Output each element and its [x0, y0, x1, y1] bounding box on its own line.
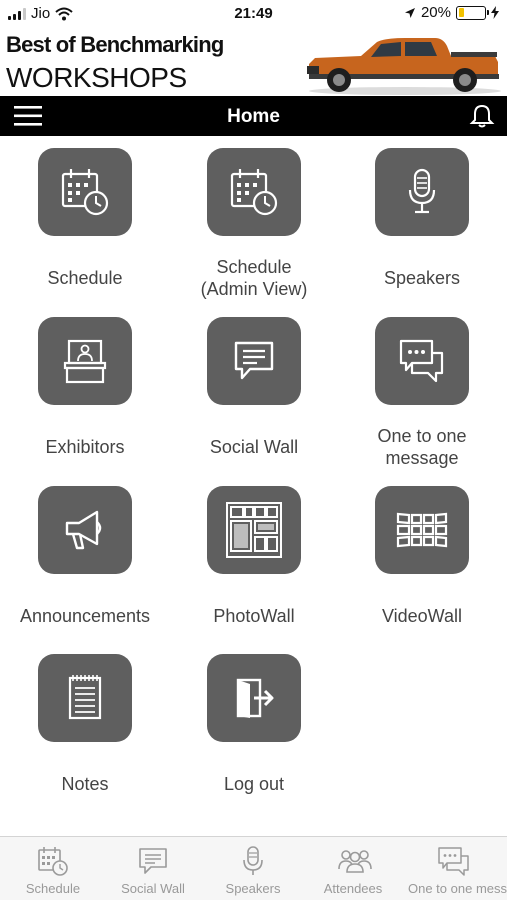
chat-bubble-icon	[139, 848, 167, 874]
tile-label: Notes	[61, 774, 109, 794]
tile-icon-box[interactable]	[207, 486, 301, 574]
tab-label: One to one message	[408, 881, 507, 896]
tile-icon-box[interactable]	[375, 486, 469, 574]
message-bubbles-icon	[438, 847, 469, 876]
status-right: 20%	[404, 4, 499, 21]
tile-videowall[interactable]: VideoWall	[342, 486, 502, 636]
notepad-icon	[68, 675, 102, 720]
tile-icon-box[interactable]	[207, 654, 301, 742]
status-bar: Jio 21:49 20%	[0, 0, 507, 28]
tile-one-to-one-message[interactable]: One to one message	[342, 317, 502, 468]
tile-log-out[interactable]: Log out	[174, 654, 334, 804]
brand-header: Best of Benchmarking WORKSHOPS	[0, 28, 507, 96]
tab-label: Speakers	[225, 881, 281, 896]
tile-social-wall[interactable]: Social Wall	[174, 317, 334, 467]
tile-icon-box[interactable]	[207, 317, 301, 405]
tab-one-to-one-message[interactable]: One to one message	[403, 837, 507, 900]
tile-icon-box[interactable]	[38, 317, 132, 405]
tab-label: Social Wall	[121, 881, 185, 896]
tile-icon-box[interactable]	[375, 148, 469, 236]
top-nav-bar: Home	[0, 96, 507, 136]
tile-label: VideoWall	[381, 606, 463, 626]
brand-title: Best of Benchmarking	[6, 32, 224, 57]
microphone-icon	[408, 168, 436, 214]
people-icon	[338, 850, 372, 873]
tile-label: Speakers	[383, 268, 461, 288]
calendar-clock-icon	[38, 847, 68, 876]
battery-icon	[456, 5, 489, 20]
tile-label: PhotoWall	[213, 606, 295, 626]
pickup-truck-image	[307, 38, 501, 95]
notification-bell-icon[interactable]	[469, 103, 495, 129]
tile-schedule[interactable]: Schedule	[5, 148, 165, 298]
tile-label: Social Wall	[209, 437, 299, 457]
megaphone-icon	[65, 510, 102, 550]
chat-bubble-icon	[234, 341, 274, 380]
tile-label: One to one message	[377, 426, 467, 468]
tile-icon-box[interactable]	[38, 148, 132, 236]
tab-schedule[interactable]: Schedule	[3, 837, 103, 900]
tile-label: Exhibitors	[45, 437, 125, 457]
tile-speakers[interactable]: Speakers	[342, 148, 502, 298]
video-wall-icon	[396, 512, 448, 548]
tile-icon-box[interactable]	[38, 486, 132, 574]
calendar-clock-icon	[230, 169, 278, 216]
tile-label: Log out	[223, 774, 285, 794]
tab-attendees[interactable]: Attendees	[303, 837, 403, 900]
tile-label: Schedule	[47, 268, 123, 288]
tab-social-wall[interactable]: Social Wall	[103, 837, 203, 900]
calendar-clock-icon	[61, 169, 109, 216]
brand-subtitle: WORKSHOPS	[6, 62, 187, 93]
tile-label: Schedule (Admin View)	[200, 257, 308, 299]
battery-percent: 20%	[420, 4, 451, 21]
tile-icon-box[interactable]	[207, 148, 301, 236]
tab-label: Schedule	[25, 881, 81, 896]
tile-schedule-admin[interactable]: Schedule (Admin View)	[174, 148, 334, 299]
exhibitor-booth-icon	[63, 339, 107, 384]
tile-icon-box[interactable]	[375, 317, 469, 405]
tab-speakers[interactable]: Speakers	[203, 837, 303, 900]
tab-label: Attendees	[323, 881, 383, 896]
tile-announcements[interactable]: Announcements	[5, 486, 165, 636]
tile-icon-box[interactable]	[38, 654, 132, 742]
tile-exhibitors[interactable]: Exhibitors	[5, 317, 165, 467]
charging-bolt-icon	[491, 6, 499, 19]
photo-collage-icon	[226, 502, 282, 558]
logout-door-icon	[236, 678, 274, 718]
page-title: Home	[227, 106, 280, 127]
microphone-icon	[243, 846, 263, 875]
location-arrow-icon	[404, 7, 415, 18]
message-bubbles-icon	[399, 339, 444, 383]
tile-notes[interactable]: Notes	[5, 654, 165, 804]
tile-photowall[interactable]: PhotoWall	[174, 486, 334, 636]
bottom-tab-bar: Schedule Social Wall Speakers Attendees	[0, 836, 507, 900]
tile-label: Announcements	[19, 606, 151, 626]
